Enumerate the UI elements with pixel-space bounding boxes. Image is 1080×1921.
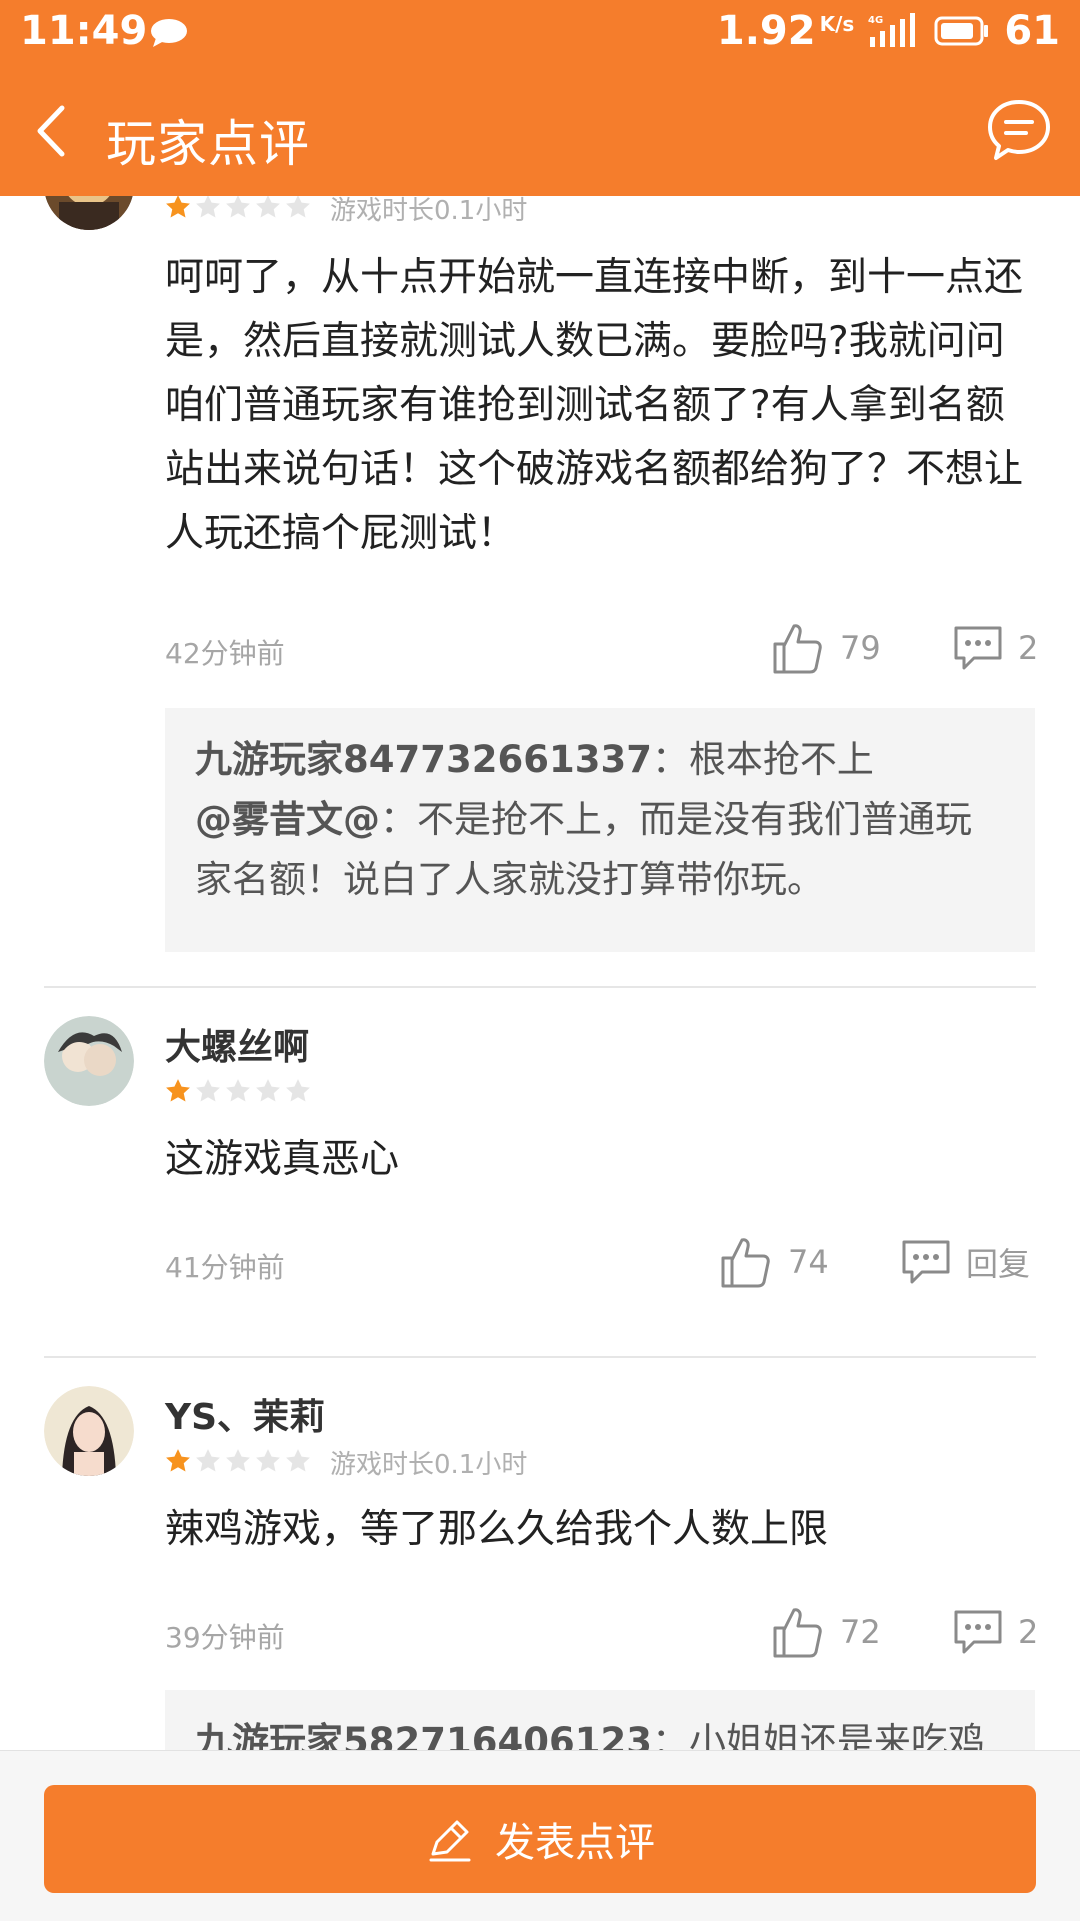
review-text: 这游戏真恶心 — [165, 1137, 400, 1182]
review-text: 呵呵了，从十点开始就一直连接中断，到十一点还是，然后直接就测试人数已满。要脸吗?… — [165, 255, 1024, 556]
svg-text:4G: 4G — [868, 15, 883, 26]
reply-button[interactable]: 2 — [952, 1608, 1038, 1656]
divider — [44, 986, 1036, 988]
star-empty-icon — [226, 196, 250, 218]
post-review-label: 发表点评 — [495, 1820, 655, 1866]
page-title: 玩家点评 — [106, 115, 310, 173]
star-filled-icon — [166, 1079, 190, 1102]
star-empty-icon — [196, 1079, 220, 1102]
reply-button[interactable]: 2 — [952, 624, 1038, 672]
like-button[interactable]: 72 — [772, 1606, 881, 1658]
thumbs-up-icon — [773, 624, 822, 674]
review-time: 41分钟前 — [165, 1251, 285, 1284]
star-empty-icon — [196, 1449, 220, 1472]
star-empty-icon — [286, 1449, 310, 1472]
reply-count: 2 — [1018, 1613, 1039, 1651]
reply-item: 九游玩家847732661337：根本抢不上 — [195, 738, 874, 781]
like-count: 72 — [840, 1613, 881, 1651]
avatar[interactable] — [44, 1016, 134, 1106]
reply-item: @雾昔文@：不是抢不上，而是没有我们普通玩家名额！说白了人家就没打算带你玩。 — [195, 798, 972, 901]
avatar[interactable] — [44, 196, 134, 230]
thumbs-up-icon — [773, 1608, 822, 1658]
review-time: 39分钟前 — [165, 1621, 285, 1654]
message-icon[interactable] — [984, 96, 1054, 166]
username[interactable]: 大螺丝啊 — [165, 1018, 309, 1070]
thumbs-up-icon — [721, 1238, 770, 1288]
rating-stars — [165, 1078, 311, 1104]
status-bar: 11:49 1.92 K/s 4G 61 — [0, 0, 1080, 66]
star-empty-icon — [226, 1449, 250, 1472]
star-empty-icon — [226, 1079, 250, 1102]
reply-box[interactable]: 九游玩家847732661337：根本抢不上 @雾昔文@：不是抢不上，而是没有我… — [165, 708, 1035, 952]
star-empty-icon — [256, 196, 280, 218]
post-review-button[interactable]: 发表点评 — [44, 1785, 1036, 1893]
chevron-left-icon[interactable] — [30, 102, 74, 160]
like-count: 74 — [788, 1243, 829, 1281]
review-list[interactable]: 游戏时长0.1小时 呵呵了，从十点开始就一直连接中断，到十一点还是，然后直接就测… — [0, 196, 1080, 1750]
star-empty-icon — [286, 196, 310, 218]
like-button[interactable]: 74 — [720, 1236, 829, 1288]
star-empty-icon — [256, 1449, 280, 1472]
star-empty-icon — [256, 1079, 280, 1102]
comment-icon — [954, 1610, 1002, 1654]
bottom-bar: 发表点评 — [0, 1750, 1080, 1921]
network-speed: 1.92 K/s — [716, 8, 855, 54]
star-empty-icon — [196, 196, 220, 218]
comment-icon — [902, 1240, 950, 1284]
star-filled-icon — [166, 1449, 190, 1472]
divider — [44, 1356, 1036, 1358]
rating-stars — [165, 196, 311, 220]
nav-bar: 玩家点评 — [0, 66, 1080, 196]
reply-item: 九游玩家582716406123：小姐姐还是来吃鸡 — [195, 1720, 985, 1750]
review-time: 42分钟前 — [165, 637, 285, 670]
battery-level: 61 — [1004, 8, 1060, 54]
chat-bubble-icon — [151, 19, 187, 47]
rating-stars — [165, 1448, 311, 1474]
battery-icon — [934, 16, 989, 46]
reply-button[interactable]: 回复 — [900, 1238, 1030, 1286]
star-empty-icon — [286, 1079, 310, 1102]
status-time: 11:49 — [20, 8, 148, 54]
like-button[interactable]: 79 — [772, 622, 881, 674]
username[interactable]: YS、茉莉 — [165, 1388, 325, 1440]
edit-icon — [429, 1820, 471, 1862]
playtime-label: 游戏时长0.1小时 — [330, 1450, 528, 1480]
reply-box[interactable]: 九游玩家582716406123：小姐姐还是来吃鸡 — [165, 1690, 1035, 1750]
star-filled-icon — [166, 196, 190, 218]
review-text: 辣鸡游戏，等了那么久给我个人数上限 — [165, 1507, 829, 1552]
signal-icon: 4G — [868, 13, 916, 47]
like-count: 79 — [840, 629, 881, 667]
reply-count: 2 — [1018, 629, 1039, 667]
playtime-label: 游戏时长0.1小时 — [330, 196, 528, 226]
avatar[interactable] — [44, 1386, 134, 1476]
comment-icon — [954, 626, 1002, 670]
reply-label: 回复 — [966, 1245, 1031, 1283]
